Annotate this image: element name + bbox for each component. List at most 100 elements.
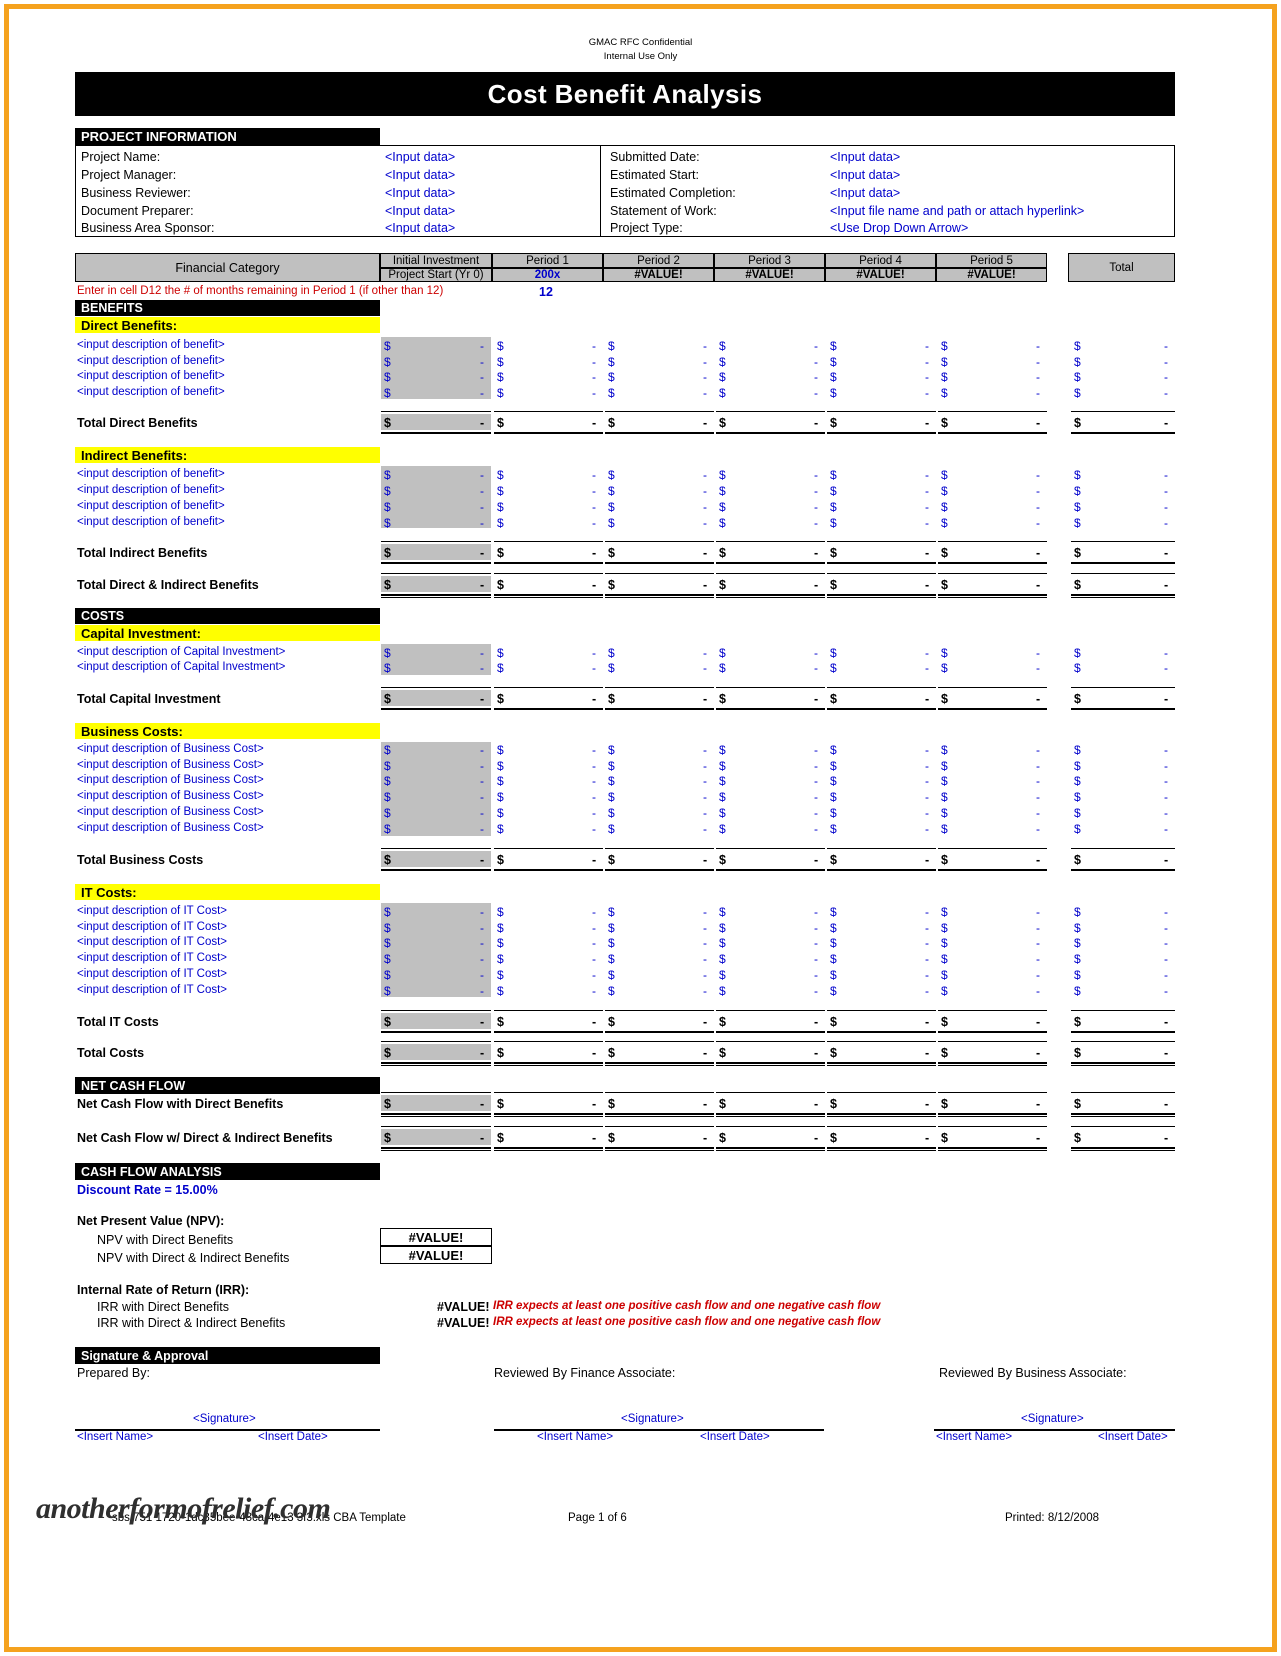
field-value-estimated-start[interactable]: <Input data>: [830, 168, 900, 182]
row-label-it-cost-3[interactable]: <input description of IT Cost>: [77, 936, 227, 948]
row-label-indirect-benefit-1[interactable]: <input description of benefit>: [77, 468, 225, 480]
total-business-costs-initial-cell: [381, 851, 491, 867]
row-label-business-cost-2[interactable]: <input description of Business Cost>: [77, 759, 264, 771]
total-business-costs-currency-symbol-4: $: [830, 853, 837, 867]
input-block-indirect-benefits[interactable]: [381, 466, 491, 528]
input-block-business-costs[interactable]: [381, 742, 491, 836]
row-label-total-direct-benefits: Total Direct Benefits: [77, 416, 198, 430]
total-direct-indirect-benefits-bottom2-underline-6: [1071, 597, 1175, 598]
column-subheader-period-1-year[interactable]: 200x: [492, 268, 603, 282]
row-label-it-cost-5[interactable]: <input description of IT Cost>: [77, 968, 227, 980]
total-indirect-benefits-top-underline-4: [827, 541, 936, 542]
field-label-business-area-sponsor: Business Area Sponsor:: [81, 221, 215, 235]
signature-name-business-associate[interactable]: <Insert Name>: [936, 1431, 1012, 1443]
row-direct-benefit-3-currency-symbol-1: $: [497, 370, 504, 384]
npv-direct-label: NPV with Direct Benefits: [97, 1233, 234, 1247]
total-business-costs-value-3: -: [814, 853, 819, 867]
total-costs-bottom2-underline-6: [1071, 1065, 1175, 1066]
row-label-business-cost-1[interactable]: <input description of Business Cost>: [77, 743, 264, 755]
total-direct-benefits-value-3: -: [814, 416, 819, 430]
row-label-it-cost-1[interactable]: <input description of IT Cost>: [77, 905, 227, 917]
signature-name-finance-associate[interactable]: <Insert Name>: [537, 1431, 613, 1443]
total-direct-indirect-benefits-value-1: -: [592, 578, 597, 592]
field-value-project-name[interactable]: <Input data>: [385, 150, 455, 164]
field-value-business-area-sponsor[interactable]: <Input data>: [385, 221, 455, 235]
row-direct-benefit-4-value-3: -: [814, 386, 818, 400]
signature-name-prepared-by[interactable]: <Insert Name>: [77, 1431, 153, 1443]
row-label-capital-investment-1[interactable]: <input description of Capital Investment…: [77, 646, 285, 658]
row-label-direct-benefit-3[interactable]: <input description of benefit>: [77, 370, 225, 382]
total-direct-indirect-benefits-bottom2-underline-0: [381, 597, 491, 598]
row-direct-benefit-1-currency-symbol-4: $: [830, 339, 837, 353]
column-header-period-4: Period 4: [825, 253, 936, 268]
total-capital-investment-currency-symbol-6: $: [1074, 692, 1081, 706]
total-direct-benefits-bottom-underline-3: [716, 432, 825, 434]
total-costs-currency-symbol-1: $: [497, 1046, 504, 1060]
total-capital-investment-top-underline-3: [716, 687, 825, 688]
row-label-direct-benefit-4[interactable]: <input description of benefit>: [77, 386, 225, 398]
input-block-capital-investment[interactable]: [381, 644, 491, 675]
row-capital-investment-1-currency-symbol-1: $: [497, 646, 504, 660]
row-label-it-cost-4[interactable]: <input description of IT Cost>: [77, 952, 227, 964]
row-direct-benefit-4-value-2: -: [703, 386, 707, 400]
input-block-direct-benefits[interactable]: [381, 337, 491, 399]
row-label-business-cost-6[interactable]: <input description of Business Cost>: [77, 822, 264, 834]
row-label-capital-investment-2[interactable]: <input description of Capital Investment…: [77, 661, 285, 673]
row-business-cost-6-currency-symbol-6: $: [1074, 822, 1081, 836]
row-label-business-cost-4[interactable]: <input description of Business Cost>: [77, 790, 264, 802]
row-label-indirect-benefit-4[interactable]: <input description of benefit>: [77, 516, 225, 528]
field-value-statement-of-work[interactable]: <Input file name and path or attach hype…: [830, 204, 1084, 218]
row-direct-benefit-1-currency-symbol-1: $: [497, 339, 504, 353]
row-indirect-benefit-4-value-2: -: [703, 516, 707, 530]
input-block-it-costs[interactable]: [381, 903, 491, 997]
row-it-cost-4-value-1: -: [592, 952, 596, 966]
field-value-submitted-date[interactable]: <Input data>: [830, 150, 900, 164]
total-it-costs-currency-symbol-3: $: [719, 1015, 726, 1029]
period-months-value[interactable]: 12: [539, 285, 553, 299]
footer-page-number: Page 1 of 6: [568, 1512, 627, 1524]
row-it-cost-6-value-2: -: [703, 984, 707, 998]
total-business-costs-top-underline-0: [381, 848, 491, 849]
net-cash-flow-direct-bottom2-underline-5: [938, 1116, 1047, 1117]
total-capital-investment-value-6: -: [1164, 692, 1169, 706]
row-label-business-cost-5[interactable]: <input description of Business Cost>: [77, 806, 264, 818]
total-capital-investment-top-underline-0: [381, 687, 491, 688]
signature-date-finance-associate[interactable]: <Insert Date>: [700, 1431, 770, 1443]
field-value-business-reviewer[interactable]: <Input data>: [385, 186, 455, 200]
row-label-it-cost-6[interactable]: <input description of IT Cost>: [77, 984, 227, 996]
total-capital-investment-bottom-underline-4: [827, 708, 936, 710]
row-label-total-business-costs: Total Business Costs: [77, 853, 204, 867]
row-indirect-benefit-4-value-3: -: [814, 516, 818, 530]
row-capital-investment-2-currency-symbol-6: $: [1074, 661, 1081, 675]
total-business-costs-bottom-underline-5: [938, 869, 1047, 871]
row-label-direct-benefit-1[interactable]: <input description of benefit>: [77, 339, 225, 351]
row-it-cost-1-currency-symbol-4: $: [830, 905, 837, 919]
net-cash-flow-direct-bottom2-underline-2: [605, 1116, 714, 1117]
row-it-cost-5-value-1: -: [592, 968, 596, 982]
row-label-indirect-benefit-3[interactable]: <input description of benefit>: [77, 500, 225, 512]
signature-placeholder-business-associate[interactable]: <Signature>: [1021, 1413, 1084, 1425]
row-business-cost-6-currency-symbol-5: $: [941, 822, 948, 836]
signature-placeholder-finance-associate[interactable]: <Signature>: [621, 1413, 684, 1425]
row-direct-benefit-1-currency-symbol-5: $: [941, 339, 948, 353]
row-direct-benefit-2-value-1: -: [592, 355, 596, 369]
row-indirect-benefit-3-currency-symbol-3: $: [719, 500, 726, 514]
signature-date-business-associate[interactable]: <Insert Date>: [1098, 1431, 1168, 1443]
row-label-business-cost-3[interactable]: <input description of Business Cost>: [77, 774, 264, 786]
row-label-direct-benefit-2[interactable]: <input description of benefit>: [77, 355, 225, 367]
field-value-project-type[interactable]: <Use Drop Down Arrow>: [830, 221, 968, 235]
net-cash-flow-direct-indirect-top-underline-5: [938, 1126, 1047, 1127]
row-business-cost-6-value-5: -: [1036, 822, 1040, 836]
field-value-project-manager[interactable]: <Input data>: [385, 168, 455, 182]
field-value-estimated-completion[interactable]: <Input data>: [830, 186, 900, 200]
field-value-document-preparer[interactable]: <Input data>: [385, 204, 455, 218]
total-indirect-benefits-currency-symbol-0: $: [384, 546, 391, 560]
row-label-indirect-benefit-2[interactable]: <input description of benefit>: [77, 484, 225, 496]
row-label-it-cost-2[interactable]: <input description of IT Cost>: [77, 921, 227, 933]
total-business-costs-currency-symbol-6: $: [1074, 853, 1081, 867]
signature-date-prepared-by[interactable]: <Insert Date>: [258, 1431, 328, 1443]
signature-placeholder-prepared-by[interactable]: <Signature>: [193, 1413, 256, 1425]
row-direct-benefit-1-value-1: -: [592, 339, 596, 353]
total-business-costs-bottom-underline-2: [605, 869, 714, 871]
row-business-cost-6-currency-symbol-2: $: [608, 822, 615, 836]
